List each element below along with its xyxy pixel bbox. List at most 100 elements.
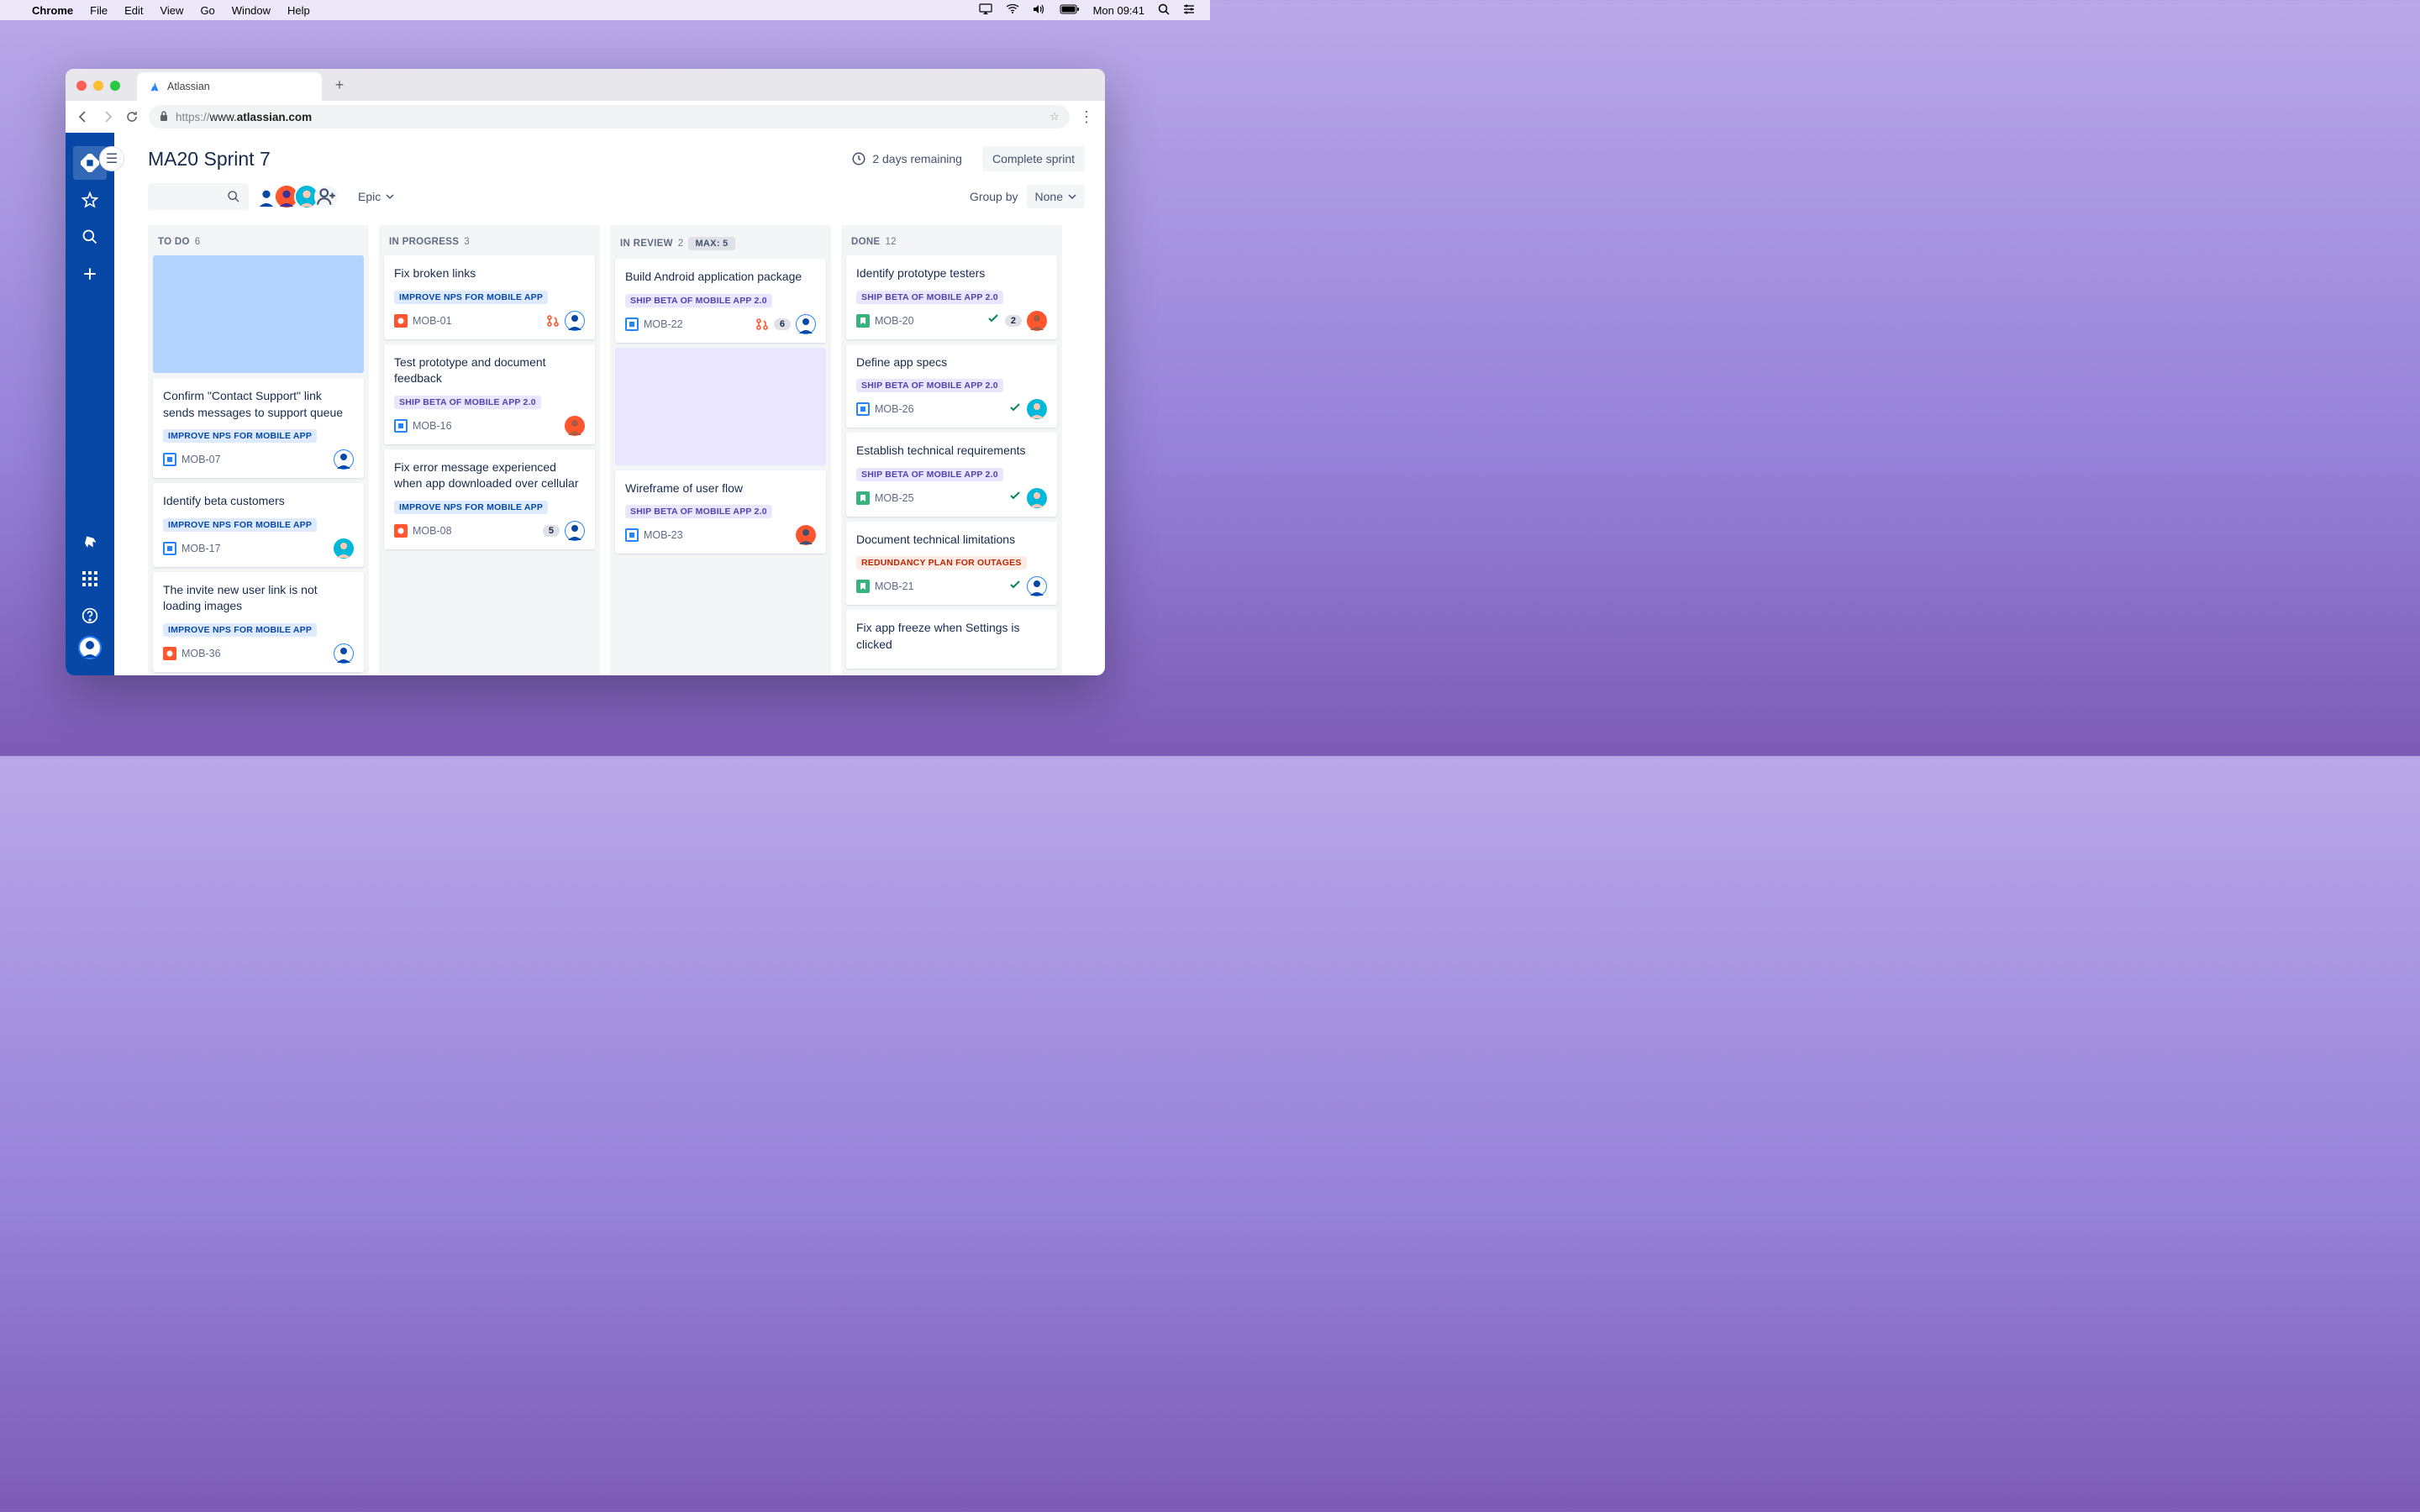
assignee-avatar[interactable] bbox=[334, 538, 354, 559]
sidebar-notification-icon[interactable] bbox=[73, 525, 107, 559]
epic-tag[interactable]: IMPROVE NPS FOR MOBILE APP bbox=[163, 623, 317, 637]
browser-menu-button[interactable]: ⋮ bbox=[1079, 108, 1095, 126]
issue-key: MOB-23 bbox=[644, 529, 683, 541]
card-title: Build Android application package bbox=[625, 269, 816, 286]
minimize-window-button[interactable] bbox=[93, 81, 103, 91]
epic-tag[interactable]: SHIP BETA OF MOBILE APP 2.0 bbox=[856, 468, 1003, 481]
control-center-icon[interactable] bbox=[1183, 4, 1195, 17]
lock-icon bbox=[159, 110, 169, 124]
epic-tag[interactable]: SHIP BETA OF MOBILE APP 2.0 bbox=[394, 396, 541, 409]
issue-card[interactable]: Confirm "Contact Support" link sends mes… bbox=[153, 378, 364, 478]
issue-card[interactable]: Define app specsSHIP BETA OF MOBILE APP … bbox=[846, 344, 1057, 428]
airplay-icon[interactable] bbox=[979, 3, 992, 18]
epic-filter[interactable]: Epic bbox=[350, 185, 402, 208]
issue-card[interactable]: The invite new user link is not loading … bbox=[153, 572, 364, 672]
card-title: The invite new user link is not loading … bbox=[163, 582, 354, 615]
menubar-view[interactable]: View bbox=[160, 4, 183, 17]
bookmark-star-icon[interactable]: ☆ bbox=[1050, 110, 1060, 123]
card-title: Identify prototype testers bbox=[856, 265, 1047, 282]
issue-key: MOB-08 bbox=[413, 525, 452, 537]
epic-tag[interactable]: SHIP BETA OF MOBILE APP 2.0 bbox=[625, 294, 772, 307]
days-remaining: 2 days remaining bbox=[851, 151, 962, 166]
sidebar-search-icon[interactable] bbox=[73, 220, 107, 254]
forward-button[interactable] bbox=[100, 109, 115, 124]
wifi-icon[interactable] bbox=[1006, 4, 1019, 17]
assignee-avatar[interactable] bbox=[796, 525, 816, 545]
menubar-app[interactable]: Chrome bbox=[32, 4, 73, 17]
board-filters: Epic Group by None bbox=[148, 183, 1085, 210]
address-bar[interactable]: https://www.atlassian.com ☆ bbox=[149, 105, 1070, 129]
sidebar-add-icon[interactable] bbox=[73, 257, 107, 291]
menubar-file[interactable]: File bbox=[90, 4, 108, 17]
issue-card[interactable]: Document technical limitationsREDUNDANCY… bbox=[846, 522, 1057, 606]
kanban-board: TO DO 6 Confirm "Contact Support" link s… bbox=[148, 225, 1085, 675]
epic-tag[interactable]: SHIP BETA OF MOBILE APP 2.0 bbox=[856, 379, 1003, 392]
menubar-window[interactable]: Window bbox=[232, 4, 271, 17]
jira-app: ☰ MA20 Sprint 7 2 days remaining Complet… bbox=[66, 133, 1105, 675]
assignee-avatar[interactable] bbox=[1027, 399, 1047, 419]
issue-card[interactable]: Fix app freeze when Settings is clicked bbox=[846, 610, 1057, 668]
menubar-go[interactable]: Go bbox=[200, 4, 214, 17]
assignee-avatar[interactable] bbox=[334, 449, 354, 470]
card-title: Fix broken links bbox=[394, 265, 585, 282]
assignee-avatar[interactable] bbox=[334, 643, 354, 664]
sidebar-help-icon[interactable] bbox=[73, 599, 107, 633]
issue-card[interactable]: Fix error message experienced when app d… bbox=[384, 449, 595, 549]
epic-tag[interactable]: IMPROVE NPS FOR MOBILE APP bbox=[394, 501, 548, 514]
complete-sprint-button[interactable]: Complete sprint bbox=[982, 146, 1085, 171]
spotlight-icon[interactable] bbox=[1158, 3, 1170, 18]
window-controls bbox=[76, 81, 137, 101]
issue-card[interactable]: Fix broken links IMPROVE NPS FOR MOBILE A… bbox=[384, 255, 595, 339]
reload-button[interactable] bbox=[124, 109, 139, 124]
assignee-avatar[interactable] bbox=[1027, 311, 1047, 331]
browser-tabbar: Atlassian + bbox=[66, 69, 1105, 101]
issue-card[interactable]: Identify prototype testers SHIP BETA OF M… bbox=[846, 255, 1057, 339]
sidebar-avatar[interactable] bbox=[78, 636, 102, 664]
issue-key: MOB-20 bbox=[875, 315, 914, 327]
issue-card[interactable]: Identify beta customersIMPROVE NPS FOR M… bbox=[153, 483, 364, 567]
add-assignee-button[interactable] bbox=[314, 184, 339, 209]
issue-card[interactable]: Build Android application package SHIP BE… bbox=[615, 259, 826, 343]
assignee-avatar[interactable] bbox=[565, 311, 585, 331]
pull-request-icon bbox=[546, 314, 560, 328]
menubar-time[interactable]: Mon 09:41 bbox=[1093, 4, 1144, 17]
assignee-avatar[interactable] bbox=[796, 314, 816, 334]
epic-tag[interactable]: SHIP BETA OF MOBILE APP 2.0 bbox=[856, 291, 1003, 304]
epic-tag[interactable]: REDUNDANCY PLAN FOR OUTAGES bbox=[856, 556, 1027, 570]
assignee-filter[interactable] bbox=[259, 184, 339, 209]
new-tab-button[interactable]: + bbox=[327, 72, 352, 97]
epic-tag[interactable]: IMPROVE NPS FOR MOBILE APP bbox=[163, 518, 317, 532]
epic-tag[interactable]: SHIP BETA OF MOBILE APP 2.0 bbox=[625, 505, 772, 518]
collapse-sidebar-button[interactable]: ☰ bbox=[99, 146, 124, 171]
sidebar-apps-icon[interactable] bbox=[73, 562, 107, 596]
browser-window: Atlassian + https://www.atlassian.com ☆ … bbox=[66, 69, 1105, 675]
browser-tab[interactable]: Atlassian bbox=[137, 72, 322, 101]
card-placeholder[interactable] bbox=[615, 348, 826, 465]
epic-tag[interactable]: IMPROVE NPS FOR MOBILE APP bbox=[163, 429, 317, 443]
done-check-icon bbox=[1008, 489, 1022, 507]
issue-card[interactable]: Establish technical requirementsSHIP BET… bbox=[846, 433, 1057, 517]
issue-key: MOB-21 bbox=[875, 580, 914, 592]
board-search-input[interactable] bbox=[148, 183, 249, 210]
issue-card[interactable]: Wireframe of user flowSHIP BETA OF MOBIL… bbox=[615, 470, 826, 554]
battery-icon[interactable] bbox=[1060, 4, 1080, 17]
assignee-avatar[interactable] bbox=[1027, 488, 1047, 508]
bug-icon bbox=[163, 647, 176, 660]
maximize-window-button[interactable] bbox=[110, 81, 120, 91]
group-by-select[interactable]: None bbox=[1027, 185, 1085, 208]
macos-menubar: Chrome File Edit View Go Window Help Mon… bbox=[0, 0, 1210, 20]
issue-card[interactable]: Test prototype and document feedbackSHIP… bbox=[384, 344, 595, 444]
menubar-help[interactable]: Help bbox=[287, 4, 310, 17]
bug-icon bbox=[394, 524, 408, 538]
volume-icon[interactable] bbox=[1033, 4, 1046, 17]
back-button[interactable] bbox=[76, 109, 91, 124]
close-window-button[interactable] bbox=[76, 81, 87, 91]
menubar-edit[interactable]: Edit bbox=[124, 4, 143, 17]
assignee-avatar[interactable] bbox=[565, 521, 585, 541]
epic-tag[interactable]: IMPROVE NPS FOR MOBILE APP bbox=[394, 291, 548, 304]
card-placeholder[interactable] bbox=[153, 255, 364, 373]
sidebar-star-icon[interactable] bbox=[73, 183, 107, 217]
assignee-avatar[interactable] bbox=[565, 416, 585, 436]
assignee-avatar[interactable] bbox=[1027, 576, 1047, 596]
browser-toolbar: https://www.atlassian.com ☆ ⋮ bbox=[66, 101, 1105, 133]
